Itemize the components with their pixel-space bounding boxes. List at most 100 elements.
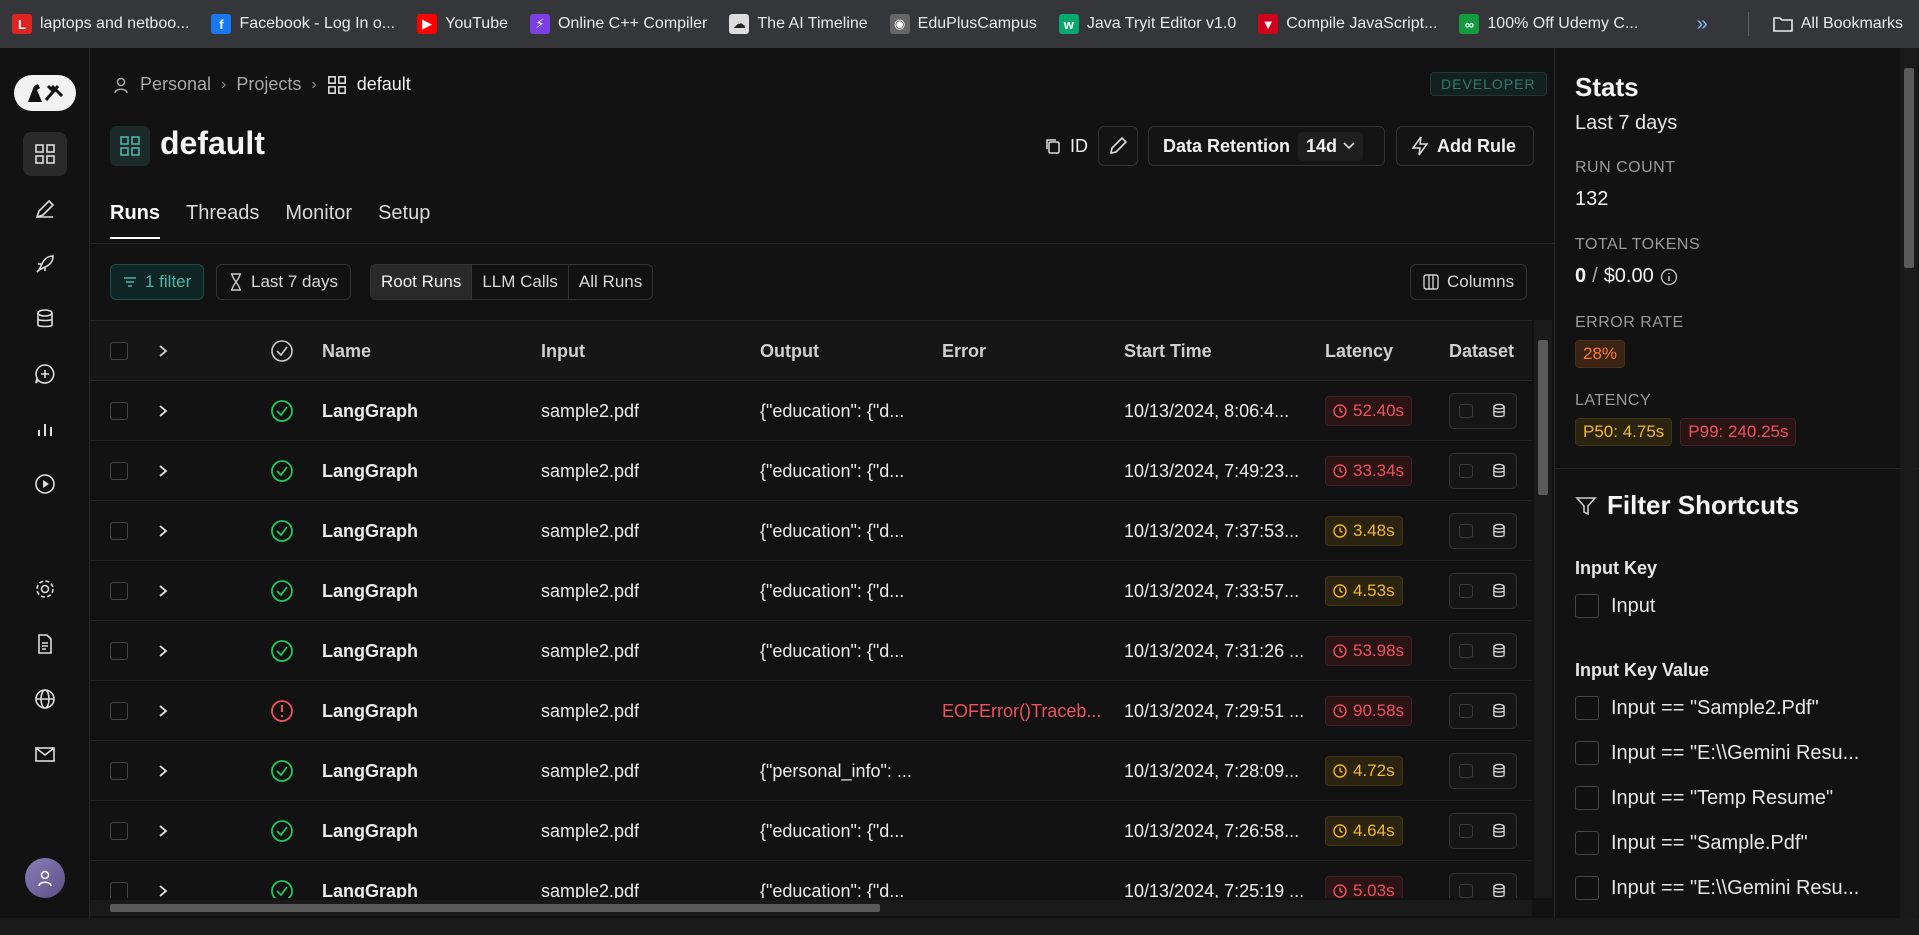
add-to-dataset-control[interactable] [1449, 693, 1517, 729]
edit-project-button[interactable] [1098, 126, 1138, 166]
all-bookmarks-button[interactable]: All Bookmarks [1772, 15, 1903, 33]
scroll-thumb[interactable] [1904, 68, 1914, 268]
add-to-dataset-control[interactable] [1449, 753, 1517, 789]
add-to-dataset-control[interactable] [1449, 573, 1517, 609]
bookmark-item[interactable]: f Facebook - Log In o... [211, 14, 395, 34]
run-name[interactable]: LangGraph [322, 381, 418, 441]
row-expand-button[interactable] [158, 561, 168, 621]
add-to-dataset-control[interactable] [1449, 453, 1517, 489]
checkbox[interactable] [1575, 831, 1599, 855]
rail-deploy-button[interactable] [23, 242, 67, 286]
row-select-checkbox[interactable] [110, 381, 128, 441]
run-name[interactable]: LangGraph [322, 501, 418, 561]
llm-calls-option[interactable]: LLM Calls [472, 265, 569, 299]
row-expand-button[interactable] [158, 861, 168, 898]
table-row[interactable]: LangGraph sample2.pdf EOFError()Traceb... 1… [90, 681, 1532, 741]
tab-setup[interactable]: Setup [378, 202, 430, 239]
panel-scrollbar[interactable] [1900, 48, 1918, 918]
rail-annotate-button[interactable] [23, 187, 67, 231]
table-row[interactable]: LangGraph sample2.pdf {"education": {"d...… [90, 561, 1532, 621]
rail-playground-button[interactable] [23, 462, 67, 506]
bookmark-item[interactable]: ∞ 100% Off Udemy C... [1459, 14, 1638, 34]
columns-button[interactable]: Columns [1410, 264, 1528, 300]
shortcut-input-value[interactable]: Input == "Sample.Pdf" [1575, 831, 1808, 855]
row-select-checkbox[interactable] [110, 441, 128, 501]
run-name[interactable]: LangGraph [322, 621, 418, 681]
table-vertical-scrollbar[interactable] [1534, 320, 1552, 898]
rail-hub-button[interactable] [23, 677, 67, 721]
breadcrumb-projects[interactable]: Projects [236, 74, 301, 95]
row-expand-button[interactable] [158, 501, 168, 561]
table-row[interactable]: LangGraph sample2.pdf {"education": {"d...… [90, 441, 1532, 501]
run-dataset[interactable] [1449, 741, 1517, 801]
row-expand-button[interactable] [158, 681, 168, 741]
shortcut-input-value[interactable]: Input == "E:\\Gemini Resu... [1575, 741, 1859, 765]
user-avatar[interactable] [25, 858, 65, 898]
row-select-checkbox[interactable] [110, 681, 128, 741]
checkbox[interactable] [1575, 786, 1599, 810]
row-select-checkbox[interactable] [110, 861, 128, 898]
retention-dropdown[interactable]: 14d [1298, 131, 1364, 161]
rail-contact-button[interactable] [23, 732, 67, 776]
run-name[interactable]: LangGraph [322, 681, 418, 741]
checkbox[interactable] [1575, 696, 1599, 720]
table-row[interactable]: LangGraph sample2.pdf {"education": {"d...… [90, 621, 1532, 681]
header-name[interactable]: Name [322, 321, 371, 381]
date-range-button[interactable]: Last 7 days [216, 264, 351, 300]
add-to-dataset-control[interactable] [1449, 633, 1517, 669]
run-dataset[interactable] [1449, 501, 1517, 561]
add-to-dataset-control[interactable] [1449, 813, 1517, 849]
app-logo[interactable] [14, 75, 76, 111]
rail-dashboards-button[interactable] [23, 407, 67, 451]
add-to-dataset-control[interactable] [1449, 513, 1517, 549]
add-to-dataset-control[interactable] [1449, 873, 1517, 898]
run-dataset[interactable] [1449, 681, 1517, 741]
run-dataset[interactable] [1449, 441, 1517, 501]
checkbox[interactable] [1575, 876, 1599, 900]
filter-button[interactable]: 1 filter [110, 264, 205, 300]
bookmark-item[interactable]: ☁ The AI Timeline [729, 14, 868, 34]
copy-id-button[interactable]: ID [1044, 126, 1088, 166]
table-row[interactable]: LangGraph sample2.pdf {"education": {"d...… [90, 381, 1532, 441]
run-name[interactable]: LangGraph [322, 861, 418, 899]
rail-settings-button[interactable] [23, 567, 67, 611]
expand-all-button[interactable] [158, 321, 168, 381]
row-expand-button[interactable] [158, 441, 168, 501]
bookmark-item[interactable]: w Java Tryit Editor v1.0 [1058, 14, 1236, 34]
table-horizontal-scrollbar[interactable] [90, 900, 1532, 916]
rail-docs-button[interactable] [23, 622, 67, 666]
table-row[interactable]: LangGraph sample2.pdf {"education": {"d...… [90, 861, 1532, 898]
rail-projects-button[interactable] [23, 132, 67, 176]
checkbox[interactable] [1575, 594, 1599, 618]
info-icon[interactable] [1660, 268, 1678, 286]
checkbox[interactable] [1575, 741, 1599, 765]
add-rule-button[interactable]: Add Rule [1396, 126, 1534, 166]
bookmark-item[interactable]: ▶ YouTube [417, 14, 508, 34]
row-expand-button[interactable] [158, 741, 168, 801]
tab-threads[interactable]: Threads [186, 202, 259, 239]
run-name[interactable]: LangGraph [322, 801, 418, 861]
row-select-checkbox[interactable] [110, 801, 128, 861]
run-name[interactable]: LangGraph [322, 441, 418, 501]
bookmark-item[interactable]: ◉ EduPlusCampus [889, 14, 1037, 34]
run-name[interactable]: LangGraph [322, 561, 418, 621]
row-select-checkbox[interactable] [110, 741, 128, 801]
shortcut-input-value[interactable]: Input == "Sample2.Pdf" [1575, 696, 1819, 720]
row-select-checkbox[interactable] [110, 621, 128, 681]
select-all-checkbox[interactable] [110, 321, 128, 381]
run-name[interactable]: LangGraph [322, 741, 418, 801]
add-to-dataset-control[interactable] [1449, 393, 1517, 429]
header-error[interactable]: Error [942, 321, 986, 381]
rail-datasets-button[interactable] [23, 297, 67, 341]
tab-runs[interactable]: Runs [110, 202, 160, 239]
header-latency[interactable]: Latency [1325, 321, 1393, 381]
rail-prompts-button[interactable] [23, 352, 67, 396]
run-dataset[interactable] [1449, 621, 1517, 681]
bookmark-item[interactable]: ⚡ Online C++ Compiler [529, 14, 707, 34]
run-dataset[interactable] [1449, 801, 1517, 861]
shortcut-input-value[interactable]: Input == "Temp Resume" [1575, 786, 1833, 810]
bookmark-item[interactable]: ▼ Compile JavaScript... [1258, 14, 1437, 34]
header-input[interactable]: Input [541, 321, 585, 381]
more-bookmarks-button[interactable]: » [1697, 13, 1708, 36]
bookmark-item[interactable]: Llaptops and netboo... [12, 14, 189, 34]
